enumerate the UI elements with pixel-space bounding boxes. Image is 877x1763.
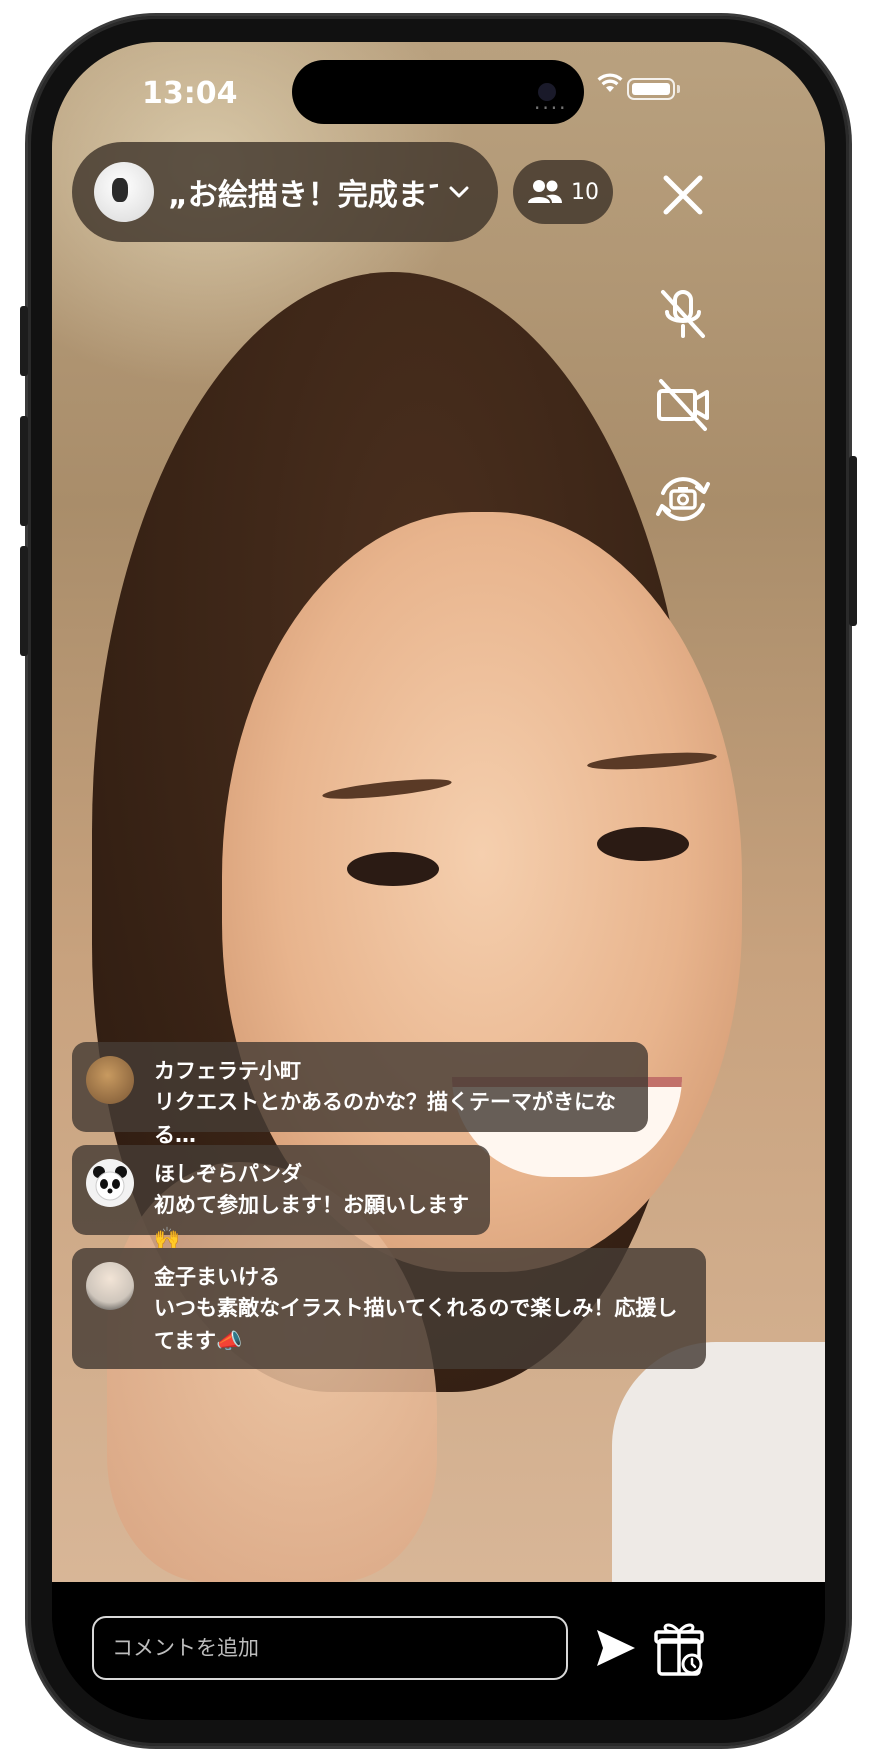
mic-toggle-button[interactable]	[648, 279, 718, 349]
commenter-name: カフェラテ小町	[154, 1059, 301, 1083]
gift-button[interactable]	[652, 1614, 708, 1682]
app-screen: 13:04 .... „お絵描き！完成まで” 10	[52, 42, 825, 1720]
switch-camera-button[interactable]	[648, 464, 718, 534]
comment-input[interactable]	[92, 1616, 568, 1680]
viewer-count-badge[interactable]: 10	[513, 160, 613, 224]
close-button[interactable]	[648, 160, 718, 230]
commenter-avatar[interactable]	[86, 1262, 134, 1310]
comment-text: いつも素敵なイラスト描いてくれるので楽しみ！応援してます📣	[154, 1296, 678, 1353]
video-off-icon	[657, 379, 709, 431]
chat-comment: ほしぞらパンダ 初めて参加します！お願いします🙌	[72, 1145, 490, 1250]
comment-bar	[52, 1582, 825, 1720]
battery-icon	[627, 78, 675, 100]
switch-camera-icon	[656, 477, 710, 521]
viewer-count: 10	[571, 179, 599, 205]
panda-icon	[93, 1166, 127, 1201]
battery-cap	[677, 85, 680, 93]
video-subject-shirt	[612, 1342, 825, 1582]
commenter-name: ほしぞらパンダ	[154, 1162, 303, 1186]
status-time: 13:04	[142, 76, 238, 111]
commenter-avatar[interactable]	[86, 1159, 134, 1207]
stream-title-pill[interactable]: „お絵描き！完成まで”	[72, 142, 498, 242]
power-button	[849, 456, 857, 626]
chat-comment: カフェラテ小町 リクエストとかあるのかな？描くテーマがきになる…	[72, 1042, 648, 1147]
action-button	[20, 306, 28, 376]
video-subject-eye	[347, 852, 439, 886]
host-avatar[interactable]	[94, 162, 154, 222]
stream-title: „お絵描き！完成まで”	[168, 178, 438, 213]
send-icon	[597, 1630, 635, 1666]
signal-indicator: ....	[534, 90, 568, 114]
comment-text: 初めて参加します！お願いします🙌	[154, 1193, 469, 1250]
camera-toggle-button[interactable]	[648, 370, 718, 440]
chevron-down-icon[interactable]	[448, 185, 470, 199]
send-button[interactable]	[583, 1622, 643, 1674]
volume-down-button	[20, 546, 28, 656]
people-icon	[528, 180, 562, 203]
commenter-avatar[interactable]	[86, 1056, 134, 1104]
mic-off-icon	[661, 290, 705, 338]
commenter-name: 金子まいける	[154, 1265, 280, 1289]
comment-text: リクエストとかあるのかな？描くテーマがきになる…	[154, 1090, 616, 1147]
gift-icon	[654, 1623, 704, 1676]
video-subject-eye	[597, 827, 689, 861]
wifi-icon	[597, 73, 623, 92]
volume-up-button	[20, 416, 28, 526]
chat-comment: 金子まいける いつも素敵なイラスト描いてくれるので楽しみ！応援してます📣	[72, 1248, 706, 1369]
close-icon	[663, 175, 703, 215]
